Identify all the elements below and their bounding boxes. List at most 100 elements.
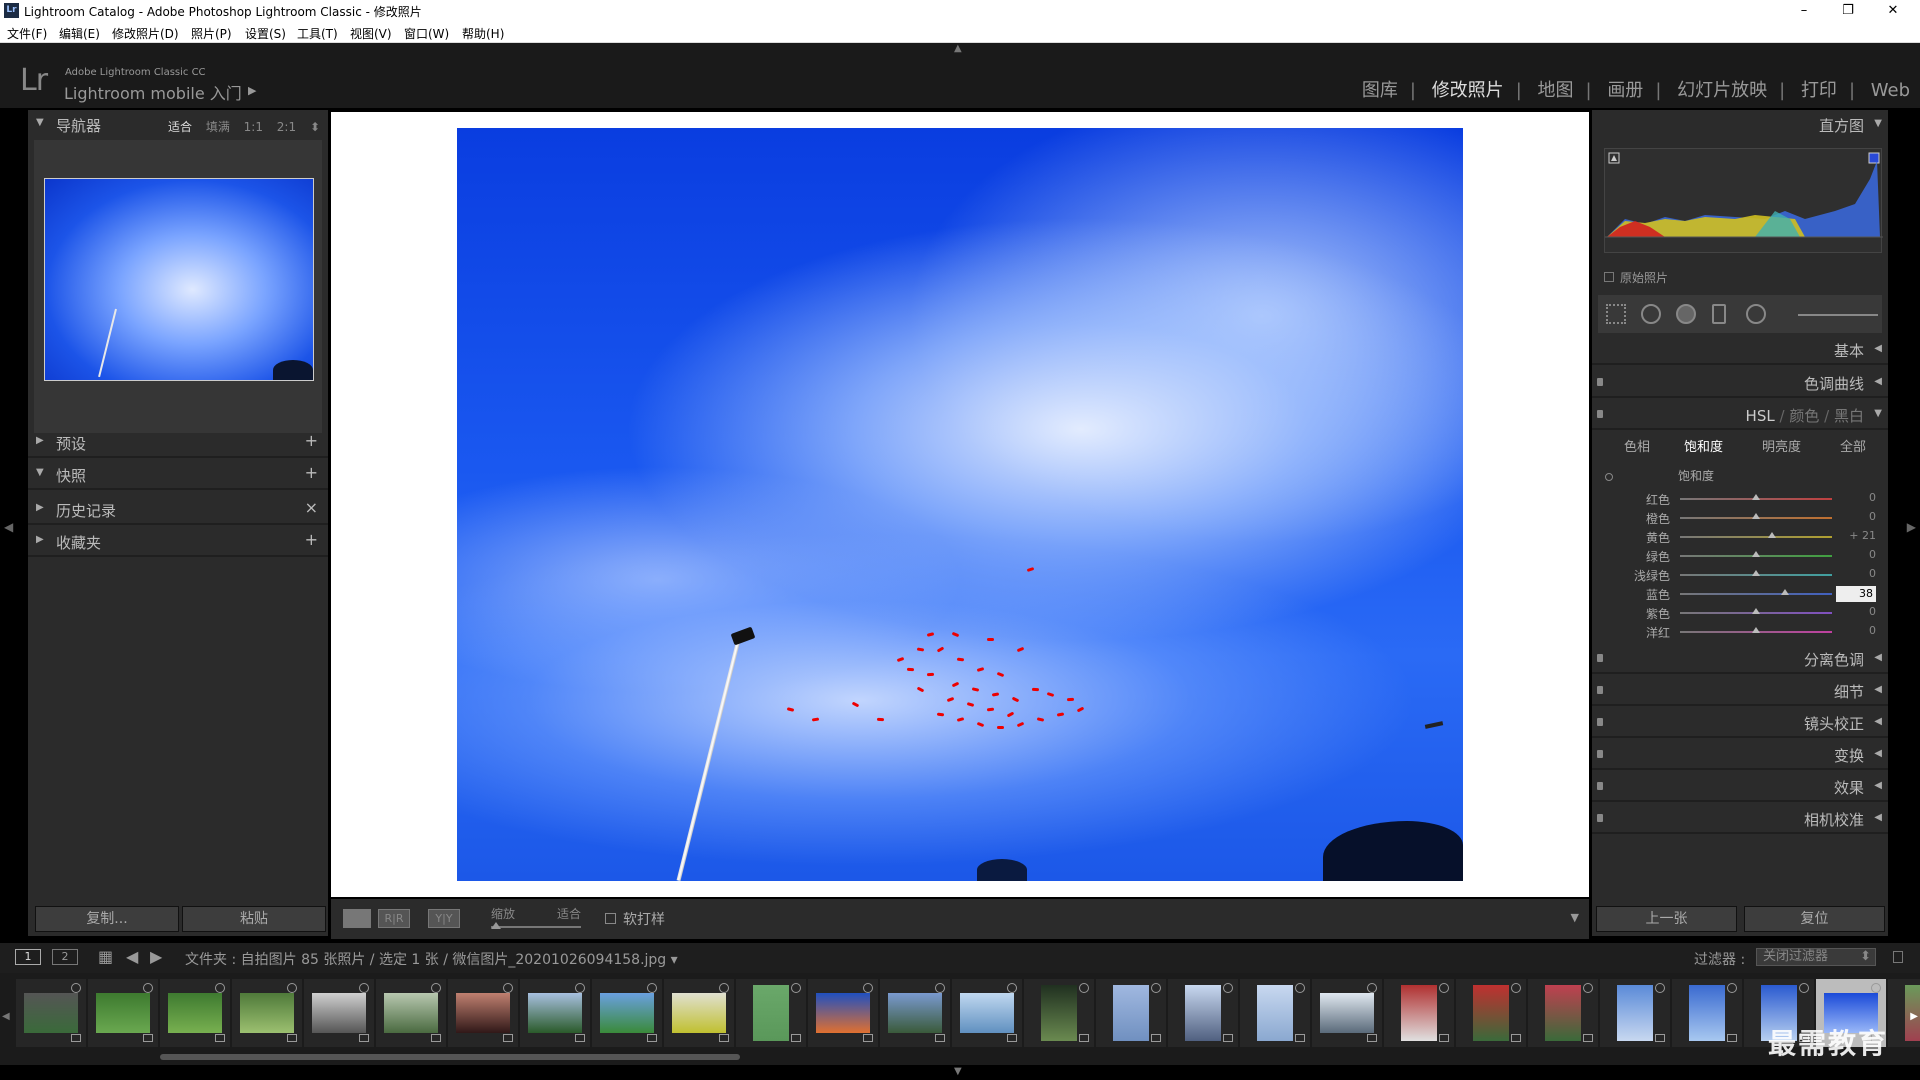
hsl-slider-value[interactable]: 0	[1836, 548, 1876, 561]
hsl-slider-knob[interactable]	[1752, 608, 1760, 614]
soft-proof-checkbox[interactable]	[605, 913, 616, 924]
filter-dropdown-icon[interactable]: ⬍	[1860, 949, 1871, 965]
filmstrip-thumbnail[interactable]	[952, 979, 1022, 1047]
expand-triangle-icon[interactable]: ◀	[1874, 716, 1882, 727]
copy-settings-button[interactable]: 复制...	[35, 906, 179, 932]
hsl-slider-value[interactable]: 0	[1836, 624, 1876, 637]
tab-luminance[interactable]: 明亮度	[1762, 436, 1801, 455]
panel-toggle-switch[interactable]	[1597, 718, 1603, 726]
spot-removal-icon[interactable]	[1641, 304, 1661, 324]
navigator-header[interactable]: ▼ 导航器 适合 填满 1:1 2:1 ⬍	[28, 110, 328, 140]
expand-triangle-icon[interactable]: ◀	[1874, 343, 1882, 354]
hsl-slider-value[interactable]: 0	[1836, 567, 1876, 580]
module-library[interactable]: 图库	[1362, 80, 1398, 101]
hsl-slider-knob[interactable]	[1752, 627, 1760, 633]
transform-panel-header[interactable]: 变换 ◀	[1592, 740, 1888, 770]
filmstrip-thumbnail[interactable]	[1528, 979, 1598, 1047]
zoom-slider[interactable]	[491, 926, 581, 928]
hsl-slider-knob[interactable]	[1780, 589, 1789, 595]
back-arrow-icon[interactable]: ◀	[126, 947, 138, 966]
filmstrip-scroll-left-icon[interactable]: ◀	[2, 1011, 10, 1022]
radial-filter-icon[interactable]	[1746, 304, 1766, 324]
tone-curve-panel-header[interactable]: 色调曲线 ◀	[1592, 368, 1888, 398]
history-header[interactable]: ▶ 历史记录 ×	[28, 495, 328, 525]
filmstrip-thumbnail[interactable]	[736, 979, 806, 1047]
hsl-slider-knob[interactable]	[1752, 570, 1760, 576]
filmstrip-thumbnail[interactable]	[1672, 979, 1742, 1047]
panel-toggle-switch[interactable]	[1597, 654, 1603, 662]
hsl-slider-value[interactable]: 0	[1836, 510, 1876, 523]
source-dropdown-icon[interactable]: ▾	[671, 952, 678, 968]
menu-file[interactable]: 文件(F)	[7, 25, 47, 42]
module-web[interactable]: Web	[1871, 80, 1910, 101]
before-after-lr-button[interactable]: R|R	[378, 909, 410, 928]
presets-header[interactable]: ▶ 预设 +	[28, 428, 328, 458]
add-preset-icon[interactable]: +	[305, 431, 318, 450]
filmstrip-thumbnail[interactable]	[1456, 979, 1526, 1047]
hsl-slider-row[interactable]: 红色 0	[1592, 490, 1888, 509]
panel-toggle-switch[interactable]	[1597, 686, 1603, 694]
tab-hue[interactable]: 色相	[1624, 436, 1650, 455]
main-photo[interactable]	[457, 128, 1463, 881]
hsl-slider-row[interactable]: 浅绿色 0	[1592, 566, 1888, 585]
panel-toggle-switch[interactable]	[1597, 782, 1603, 790]
toolbar-menu-icon[interactable]: ▼	[1571, 911, 1579, 924]
original-photo-checkbox[interactable]	[1604, 272, 1614, 282]
expand-triangle-icon[interactable]: ◀	[1874, 748, 1882, 759]
panel-toggle-switch[interactable]	[1597, 814, 1603, 822]
module-map[interactable]: 地图	[1538, 80, 1574, 101]
reset-button[interactable]: 复位	[1744, 906, 1885, 932]
hsl-slider-row[interactable]: 洋红 0	[1592, 623, 1888, 642]
hsl-slider-row[interactable]: 黄色 + 21	[1592, 528, 1888, 547]
primary-window-button[interactable]: 1	[15, 949, 41, 965]
filmstrip-thumbnail[interactable]	[880, 979, 950, 1047]
collapse-triangle-icon[interactable]: ▼	[36, 117, 44, 128]
add-collection-icon[interactable]: +	[305, 530, 318, 549]
filmstrip-thumbnail[interactable]	[448, 979, 518, 1047]
hsl-tab-hsl[interactable]: HSL	[1746, 407, 1775, 425]
expand-triangle-icon[interactable]: ◀	[1874, 812, 1882, 823]
menu-photo[interactable]: 照片(P)	[191, 25, 232, 42]
crop-overlay-icon[interactable]	[1606, 304, 1626, 324]
adjustment-brush-slider[interactable]	[1798, 314, 1878, 316]
detail-panel-header[interactable]: 细节 ◀	[1592, 676, 1888, 706]
top-panel-toggle-icon[interactable]: ▲	[954, 43, 962, 54]
filmstrip-thumbnail[interactable]	[1384, 979, 1454, 1047]
targeted-adjustment-icon[interactable]	[1605, 473, 1613, 481]
filmstrip-thumbnail[interactable]	[1024, 979, 1094, 1047]
module-print[interactable]: 打印	[1801, 80, 1837, 101]
filmstrip-thumbnail[interactable]	[304, 979, 374, 1047]
camera-calibration-panel-header[interactable]: 相机校准 ◀	[1592, 804, 1888, 834]
collapse-triangle-icon[interactable]: ▼	[1874, 408, 1882, 419]
filmstrip-thumbnail[interactable]	[1096, 979, 1166, 1047]
filmstrip-thumbnail[interactable]	[88, 979, 158, 1047]
filter-select[interactable]: 关闭过滤器 ⬍	[1756, 948, 1876, 966]
filmstrip-thumbnail[interactable]	[160, 979, 230, 1047]
hsl-panel-header[interactable]: HSL / 颜色 / 黑白 ▼	[1592, 400, 1888, 430]
graduated-filter-icon[interactable]	[1712, 304, 1726, 324]
menu-window[interactable]: 窗口(W)	[404, 25, 449, 42]
red-eye-icon[interactable]	[1676, 304, 1696, 324]
grid-view-icon[interactable]: ▦	[98, 947, 113, 966]
menu-edit[interactable]: 编辑(E)	[59, 25, 100, 42]
collapse-triangle-icon[interactable]: ▼	[1874, 118, 1882, 129]
navigator-thumbnail[interactable]	[44, 178, 314, 381]
module-book[interactable]: 画册	[1607, 80, 1643, 101]
expand-triangle-icon[interactable]: ◀	[1874, 376, 1882, 387]
filmstrip-thumbnail[interactable]	[376, 979, 446, 1047]
minimize-button[interactable]: –	[1784, 1, 1824, 20]
snapshots-header[interactable]: ▼ 快照 +	[28, 460, 328, 490]
filmstrip-thumbnail[interactable]	[664, 979, 734, 1047]
right-panel-toggle-icon[interactable]: ▶	[1907, 520, 1916, 534]
histogram-header[interactable]: 直方图 ▼	[1592, 110, 1888, 140]
hsl-slider-track[interactable]	[1680, 536, 1832, 538]
left-panel-toggle-icon[interactable]: ◀	[4, 520, 13, 534]
bottom-panel-toggle-icon[interactable]: ▼	[954, 1066, 962, 1077]
collapse-triangle-icon[interactable]: ▼	[36, 467, 44, 478]
filmstrip-scroll-right-icon[interactable]: ▶	[1910, 1011, 1918, 1022]
filmstrip-thumbnail[interactable]	[808, 979, 878, 1047]
hsl-tab-color[interactable]: 颜色	[1789, 407, 1819, 425]
lens-correction-panel-header[interactable]: 镜头校正 ◀	[1592, 708, 1888, 738]
menu-help[interactable]: 帮助(H)	[462, 25, 504, 42]
before-after-tb-button[interactable]: Y|Y	[428, 909, 460, 928]
